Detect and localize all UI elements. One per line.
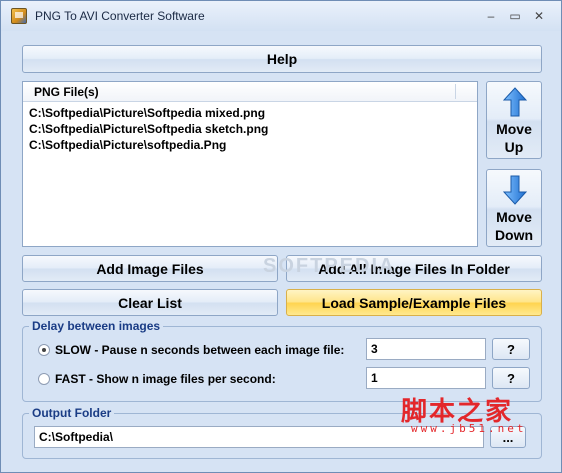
arrow-down-icon: [503, 175, 527, 205]
column-separator: [455, 84, 456, 99]
title-bar: PNG To AVI Converter Software – ▭ ✕: [1, 1, 561, 31]
column-header-label: PNG File(s): [34, 85, 99, 99]
move-up-button[interactable]: Move Up: [486, 81, 542, 159]
clear-list-button[interactable]: Clear List: [22, 289, 278, 316]
move-down-button[interactable]: Move Down: [486, 169, 542, 247]
load-sample-button[interactable]: Load Sample/Example Files: [286, 289, 542, 316]
minimize-button[interactable]: –: [481, 7, 501, 25]
fast-label: FAST - Show n image files per second:: [55, 372, 276, 386]
help-button[interactable]: Help: [22, 45, 542, 73]
slow-radio[interactable]: [38, 344, 50, 356]
add-image-files-button[interactable]: Add Image Files: [22, 255, 278, 282]
move-down-line2: Down: [494, 227, 534, 243]
close-button[interactable]: ✕: [529, 7, 549, 25]
output-group-title: Output Folder: [29, 406, 115, 420]
list-item[interactable]: C:\Softpedia\Picture\softpedia.Png: [23, 137, 477, 153]
arrow-up-icon: [503, 87, 527, 117]
list-column-header[interactable]: PNG File(s): [23, 82, 477, 102]
maximize-button[interactable]: ▭: [505, 7, 525, 25]
move-up-line1: Move: [496, 121, 532, 137]
move-up-line2: Up: [504, 139, 524, 155]
list-item[interactable]: C:\Softpedia\Picture\Softpedia sketch.pn…: [23, 121, 477, 137]
list-item[interactable]: C:\Softpedia\Picture\Softpedia mixed.png: [23, 105, 477, 121]
slow-label: SLOW - Pause n seconds between each imag…: [55, 343, 345, 357]
move-down-line1: Move: [496, 209, 532, 225]
slow-seconds-input[interactable]: [366, 338, 486, 360]
app-window: PNG To AVI Converter Software – ▭ ✕ Help…: [0, 0, 562, 473]
add-all-folder-button[interactable]: Add All Image Files In Folder: [286, 255, 542, 282]
window-title: PNG To AVI Converter Software: [35, 9, 205, 23]
fast-radio[interactable]: [38, 373, 50, 385]
fast-help-button[interactable]: ?: [492, 367, 530, 389]
slow-help-button[interactable]: ?: [492, 338, 530, 360]
app-icon: [11, 8, 27, 24]
delay-group-title: Delay between images: [29, 319, 164, 333]
site-watermark-url: www.jb51.net: [411, 422, 527, 435]
fast-rate-input[interactable]: [366, 367, 486, 389]
png-file-list[interactable]: PNG File(s) C:\Softpedia\Picture\Softped…: [22, 81, 478, 247]
